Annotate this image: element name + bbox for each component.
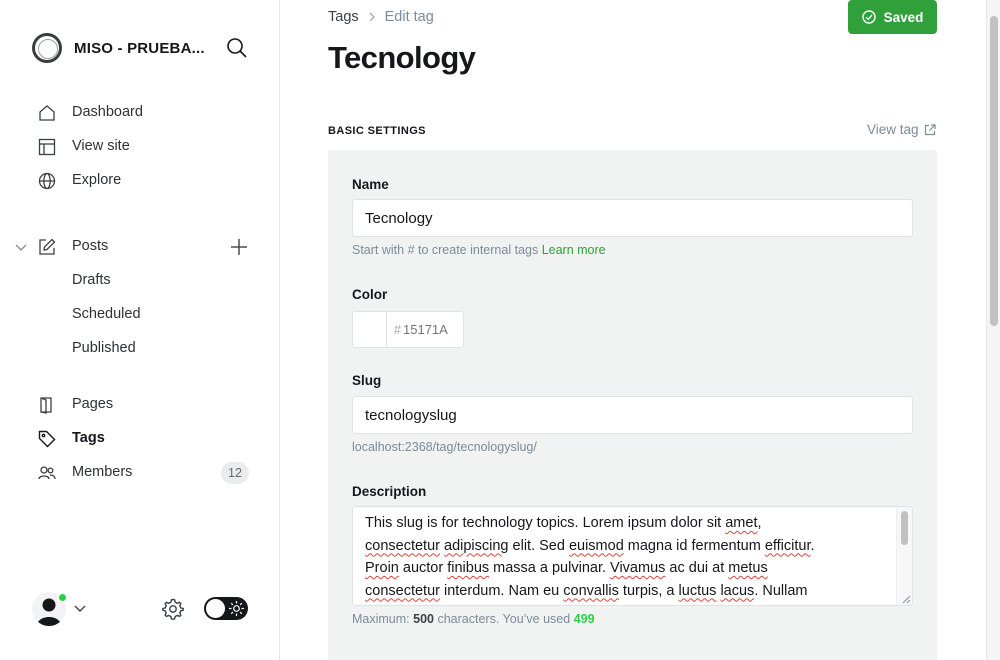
chevron-down-icon (74, 605, 86, 612)
site-name: MISO - PRUEBA... (74, 39, 205, 57)
misspelled-word: Proin (365, 560, 399, 576)
name-label: Name (352, 177, 389, 192)
misspelled-word: lacus (720, 582, 755, 599)
page-title: Tecnology (328, 40, 476, 75)
members-icon (38, 466, 56, 480)
sun-icon (229, 601, 244, 616)
description-scrollbar[interactable] (896, 507, 912, 605)
breadcrumb-tags-link[interactable]: Tags (328, 9, 359, 25)
description-textarea[interactable]: This slug is for technology topics. Lore… (352, 506, 913, 606)
sidebar-item-posts[interactable]: Posts (0, 230, 280, 264)
tag-icon (38, 430, 56, 448)
sidebar-item-label: Posts (72, 238, 109, 254)
globe-icon (38, 172, 56, 190)
external-link-icon (924, 123, 936, 135)
main-content: Tags Edit tag Saved Tecnology Basic sett… (280, 0, 986, 660)
search-icon[interactable] (226, 37, 248, 59)
gear-icon[interactable] (161, 597, 185, 621)
description-text: This slug is for technology topics. Lore… (365, 512, 895, 602)
breadcrumb-current: Edit tag (384, 9, 434, 25)
sidebar-item-view-site[interactable]: View site (0, 130, 280, 164)
description-line: consectetur interdum. Nam eu convallis t… (365, 582, 808, 599)
misspelled-word: efficitur (764, 537, 811, 554)
color-label: Color (352, 287, 388, 302)
description-scroll-thumb[interactable] (901, 511, 908, 545)
site-brand[interactable]: MISO - PRUEBA... (32, 33, 205, 63)
breadcrumb: Tags Edit tag (328, 9, 434, 25)
name-hint: Start with # to create internal tags Lea… (352, 243, 606, 257)
misspelled-word: amet (725, 515, 758, 531)
learn-more-link[interactable]: Learn more (542, 243, 606, 257)
sidebar-item-label: Tags (72, 430, 105, 446)
add-post-icon[interactable] (229, 237, 249, 257)
check-circle-icon (861, 10, 876, 24)
desc-used-count: 499 (573, 612, 595, 626)
home-icon (39, 105, 55, 121)
basic-settings-panel: Name Start with # to create internal tag… (328, 150, 937, 660)
sidebar-item-published[interactable]: Published (0, 332, 280, 366)
misspelled-word: convallis (563, 582, 619, 599)
misspelled-word: consectetur (365, 537, 440, 554)
name-input[interactable] (352, 199, 913, 237)
members-count-badge: 12 (221, 462, 249, 484)
name-hint-text: Start with # to create internal tags (352, 243, 539, 257)
view-tag-link[interactable]: View tag (867, 122, 936, 137)
sidebar-item-members[interactable]: Members 12 (0, 456, 280, 490)
chevron-right-icon (369, 12, 375, 22)
sidebar-item-label: Published (72, 340, 136, 356)
sidebar-item-label: Explore (72, 172, 122, 188)
user-menu[interactable] (32, 592, 92, 626)
sidebar-item-explore[interactable]: Explore (0, 164, 280, 198)
sidebar-item-scheduled[interactable]: Scheduled (0, 298, 280, 332)
page-icon (40, 397, 52, 414)
saved-button-label: Saved (883, 9, 924, 25)
misspelled-word: euismod (568, 537, 624, 554)
sidebar: MISO - PRUEBA... Dashboard View site Exp… (0, 0, 280, 660)
chevron-down-icon[interactable] (14, 241, 28, 255)
misspelled-word: metus (728, 560, 768, 576)
sidebar-item-label: Drafts (72, 272, 111, 288)
sidebar-item-label: Scheduled (72, 306, 141, 322)
misspelled-word: Vivamus (610, 560, 666, 576)
description-line: consectetur adipiscing elit. Sed euismod… (365, 537, 815, 554)
toggle-knob (206, 599, 225, 618)
layout-icon (38, 138, 56, 156)
misspelled-word: adipiscing (444, 537, 509, 554)
saved-button[interactable]: Saved (848, 0, 937, 34)
desc-hint-mid: characters. You’ve used (437, 612, 571, 626)
online-status-dot (57, 592, 68, 603)
sidebar-item-drafts[interactable]: Drafts (0, 264, 280, 298)
sidebar-item-label: Members (72, 464, 133, 480)
slug-label: Slug (352, 373, 382, 388)
description-char-hint: Maximum: 500 characters. You’ve used 499 (352, 612, 595, 626)
desc-hint-prefix: Maximum: (352, 612, 410, 626)
sidebar-item-pages[interactable]: Pages (0, 388, 280, 422)
misspelled-word: luctus (678, 582, 717, 599)
section-title: Basic settings (328, 125, 426, 137)
sidebar-item-label: Pages (72, 396, 114, 412)
misspelled-word: finibus (447, 560, 490, 576)
sidebar-item-tags[interactable]: Tags (0, 422, 280, 456)
description-line: This slug is for technology topics. Lore… (365, 515, 762, 531)
description-label: Description (352, 484, 427, 499)
color-swatch[interactable] (353, 312, 387, 347)
misspelled-word: consectetur (365, 582, 440, 599)
sidebar-item-dashboard[interactable]: Dashboard (0, 96, 280, 130)
desc-max-count: 500 (413, 612, 434, 626)
color-hash-prefix: # (393, 322, 401, 337)
page-scroll-thumb[interactable] (990, 16, 998, 326)
color-hex-input[interactable] (403, 312, 463, 347)
description-line: Proin auctor finibus massa a pulvinar. V… (365, 560, 768, 576)
page-scrollbar[interactable] (986, 0, 1000, 660)
view-tag-label: View tag (867, 122, 919, 137)
sidebar-item-label: View site (72, 138, 130, 154)
sidebar-item-label: Dashboard (72, 104, 143, 120)
color-field: # (352, 311, 464, 348)
slug-url-hint: localhost:2368/tag/tecnologyslug/ (352, 440, 537, 454)
theme-toggle[interactable] (204, 597, 248, 620)
resize-grip-icon[interactable] (901, 594, 911, 604)
slug-input[interactable] (352, 396, 913, 434)
pencil-icon (39, 238, 56, 255)
site-logo-icon (32, 33, 62, 63)
